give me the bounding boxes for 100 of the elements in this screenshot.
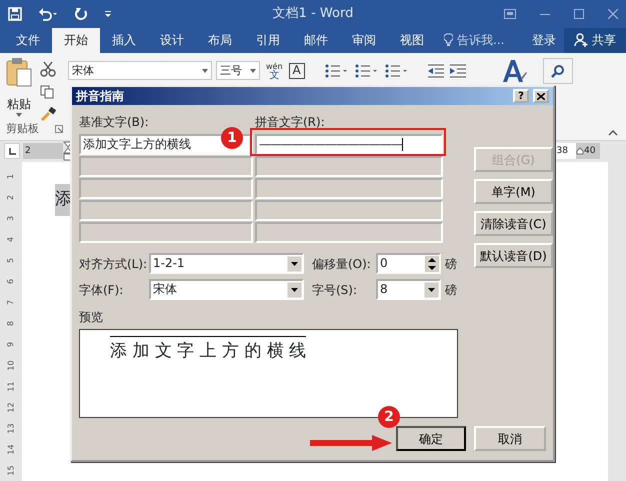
ruler-number: 4 <box>6 236 16 242</box>
ribbon-tab[interactable]: 插入 <box>100 28 148 53</box>
ribbon-tab[interactable]: 视图 <box>388 28 436 53</box>
field-label: 基准文字(B): <box>79 114 150 131</box>
dialog-button[interactable]: 单字(M) <box>474 179 553 204</box>
field-label: 字体(F): <box>79 282 124 298</box>
ribbon-tab[interactable]: 审阅 <box>340 28 388 53</box>
base-text-field[interactable] <box>79 222 253 243</box>
save-icon[interactable] <box>8 6 22 21</box>
group-label: 剪贴板 <box>6 120 39 137</box>
field-label: 字号(S): <box>312 282 358 298</box>
copy-icon[interactable] <box>40 84 54 99</box>
format-painter-icon[interactable] <box>40 106 56 121</box>
ruby-text-field[interactable] <box>255 178 443 199</box>
ruler-number: 1 <box>6 174 16 180</box>
spin-up-icon[interactable] <box>425 256 439 264</box>
tell-me-field[interactable]: 告诉我... <box>457 31 504 50</box>
font-size-combo[interactable]: 三号 <box>216 61 260 80</box>
ribbon-tab[interactable]: 引用 <box>244 28 292 53</box>
field-label: 对齐方式(L): <box>79 256 148 272</box>
ruler-number: 11 <box>6 381 16 392</box>
search-button[interactable] <box>542 58 573 84</box>
character-border-button[interactable]: A <box>288 62 305 79</box>
cancel-button[interactable]: 取消 <box>474 426 546 451</box>
ruler-number: 13 <box>6 423 16 434</box>
ribbon-display-icon[interactable] <box>504 8 516 19</box>
sign-in-link[interactable]: 登录 <box>524 28 564 53</box>
styles-icon[interactable] <box>500 58 527 84</box>
dialog-title: 拼音指南 <box>76 88 124 105</box>
unit-label: 磅 <box>445 282 457 298</box>
paste-label[interactable]: 粘贴 <box>7 94 31 113</box>
customize-caret-icon[interactable] <box>104 10 112 18</box>
tab-selector[interactable] <box>4 143 20 160</box>
unit-label: 磅 <box>445 256 457 272</box>
dialog-button[interactable]: 默认读音(D) <box>474 243 553 268</box>
ribbon-tab[interactable]: 设计 <box>148 28 196 53</box>
field-label: 拼音文字(R): <box>255 114 326 131</box>
ruler-number: 10 <box>6 360 16 371</box>
ruler-number: 2 <box>25 144 31 158</box>
ruler-number: 15 <box>6 465 16 476</box>
close-icon[interactable] <box>608 8 618 19</box>
close-button[interactable] <box>533 89 549 103</box>
redo-icon[interactable] <box>74 6 88 21</box>
ruler-number: 14 <box>6 444 16 455</box>
ruby-text-field[interactable] <box>255 222 443 243</box>
scrollbar-track[interactable] <box>608 162 626 481</box>
ribbon-tab[interactable]: 布局 <box>196 28 244 53</box>
clipboard-icon[interactable] <box>6 56 32 87</box>
ruby-text-field[interactable] <box>255 156 443 177</box>
caret-icon[interactable] <box>250 68 256 73</box>
ruler-number: 9 <box>6 342 16 348</box>
undo-icon[interactable] <box>38 6 58 21</box>
bullet-list-icon[interactable] <box>324 62 347 79</box>
font-combo: 宋体 <box>149 279 304 300</box>
phonetic-guide-button[interactable]: wén 文 <box>266 62 283 80</box>
ruler-number: 38 <box>554 143 576 160</box>
dropdown-arrow-icon[interactable] <box>287 256 302 272</box>
ruler-number: 40 <box>584 144 596 158</box>
ribbon-tab[interactable]: 文件 <box>4 28 52 53</box>
dropdown-arrow-icon[interactable] <box>287 282 302 298</box>
ruby-text-field[interactable]: ————————————— <box>255 134 443 155</box>
multilevel-list-icon[interactable] <box>384 62 407 79</box>
dialog-button[interactable]: 清除读音(C) <box>474 211 553 236</box>
increase-indent-icon[interactable] <box>448 64 467 78</box>
caret-icon[interactable] <box>16 112 22 117</box>
ruby-text-field[interactable] <box>255 200 443 221</box>
dropdown-arrow-icon[interactable] <box>424 282 439 298</box>
alignment-combo: 1-2-1 <box>149 253 304 274</box>
window-title: 文档1 - Word <box>272 5 354 23</box>
ruler-number: 2 <box>6 194 16 200</box>
ribbon-tab[interactable]: 开始 <box>52 28 100 53</box>
base-text-field[interactable] <box>79 178 253 199</box>
base-text-field[interactable] <box>79 156 253 177</box>
maximize-icon[interactable] <box>574 8 584 19</box>
ruler-number: 12 <box>6 402 16 413</box>
arrow-icon <box>310 435 392 451</box>
ruler-number: 7 <box>6 300 16 306</box>
ruler-number: 5 <box>6 258 16 264</box>
tab-stop-icon <box>8 148 16 155</box>
field-label: 偏移量(O): <box>312 256 372 272</box>
ribbon-tab[interactable]: 邮件 <box>292 28 340 53</box>
collapse-ribbon-icon[interactable] <box>608 130 618 136</box>
font-name-combo[interactable]: 宋体 <box>68 61 212 80</box>
help-button[interactable]: ? <box>513 89 529 103</box>
share-button[interactable]: 共享 <box>564 28 626 53</box>
ok-button[interactable]: 确定 <box>396 426 466 451</box>
ruler-number: 3 <box>6 216 16 222</box>
base-text-field[interactable] <box>79 200 253 221</box>
decrease-indent-icon[interactable] <box>426 64 445 78</box>
preview-label: 预览 <box>79 309 104 326</box>
caret-icon[interactable] <box>202 68 208 73</box>
numbered-list-icon[interactable] <box>354 62 377 79</box>
search-icon <box>550 64 565 78</box>
size-combo: 8 <box>376 279 441 300</box>
ruler-number: 8 <box>6 320 16 326</box>
close-icon <box>537 92 545 100</box>
preview-text: 添 加 文 字 上 方 的 横 线 <box>110 336 306 361</box>
scissors-icon[interactable] <box>40 60 56 77</box>
dialog-launcher-icon[interactable] <box>55 124 63 133</box>
offset-spinner: 0 <box>376 253 441 274</box>
